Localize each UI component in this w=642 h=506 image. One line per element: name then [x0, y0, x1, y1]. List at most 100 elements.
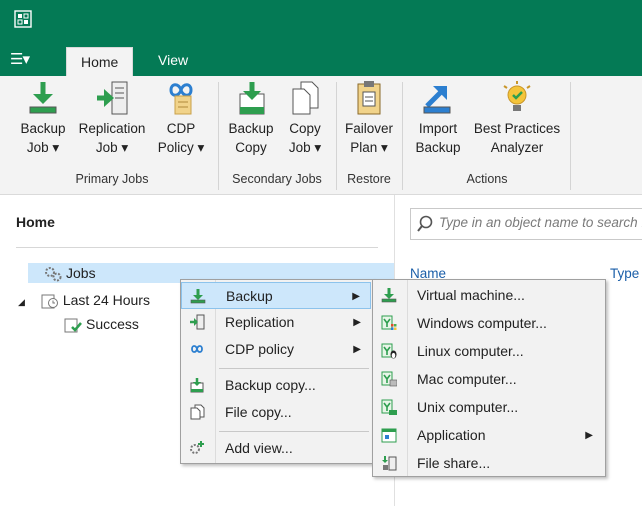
- collapse-triangle-icon[interactable]: ◢: [18, 297, 25, 307]
- windows-computer-icon: [381, 315, 397, 330]
- replication-job-button[interactable]: Replication Job ▾: [73, 80, 151, 157]
- copy-job-label-2: Job ▾: [288, 140, 322, 155]
- submenu-arrow-icon: ▶: [585, 430, 593, 441]
- best-practices-label-1: Best Practices: [473, 121, 561, 136]
- import-backup-label-2: Backup: [415, 140, 461, 155]
- pane-divider: [16, 247, 378, 248]
- menu-item-label: Backup: [226, 288, 273, 304]
- best-practices-analyzer-icon: [503, 81, 531, 111]
- submenu-item-mac-computer[interactable]: Mac computer...: [373, 366, 603, 393]
- backup-job-button[interactable]: Backup Job ▾: [16, 80, 70, 157]
- menu-separator: [219, 368, 369, 369]
- backup-submenu: Virtual machine... Windows computer... L…: [372, 279, 606, 477]
- menu-item-cdp-policy[interactable]: CDP policy ▶: [181, 336, 371, 363]
- replication-job-label-1: Replication: [78, 121, 146, 136]
- application-icon: [381, 428, 397, 443]
- submenu-item-unix-computer[interactable]: Unix computer...: [373, 394, 603, 421]
- failover-plan-label-2: Plan ▾: [350, 140, 388, 155]
- submenu-item-file-share[interactable]: File share...: [373, 450, 603, 477]
- submenu-item-linux-computer[interactable]: Linux computer...: [373, 338, 603, 365]
- backup-copy-button[interactable]: Backup Copy: [226, 80, 276, 157]
- main-menu-button[interactable]: ☰▾: [10, 50, 30, 68]
- menu-item-add-view[interactable]: Add view...: [181, 435, 371, 462]
- group-primary-jobs: Primary Jobs: [75, 172, 149, 186]
- search-icon: [417, 215, 433, 232]
- success-icon: [64, 318, 82, 333]
- group-restore: Restore: [347, 172, 391, 186]
- backup-copy-icon: [190, 378, 204, 393]
- menu-item-label: Replication: [225, 314, 295, 330]
- menu-item-replication[interactable]: Replication ▶: [181, 309, 371, 336]
- submenu-arrow-icon: ▶: [353, 317, 361, 328]
- menu-item-label: Add view...: [225, 440, 293, 456]
- menu-item-label: Unix computer...: [417, 399, 519, 415]
- context-menu: Backup ▶ Replication ▶ CDP policy ▶ Back…: [180, 279, 374, 464]
- file-copy-icon: [190, 404, 205, 420]
- backup-copy-label-1: Backup: [228, 121, 274, 136]
- submenu-item-application[interactable]: Application ▶: [373, 422, 603, 449]
- copy-job-label-1: Copy: [289, 121, 321, 136]
- import-backup-button[interactable]: Import Backup: [410, 80, 466, 157]
- mac-computer-icon: [381, 371, 397, 387]
- cdp-policy-button[interactable]: CDP Policy ▾: [154, 80, 208, 157]
- replication-icon: [190, 314, 205, 330]
- import-backup-label-1: Import: [418, 121, 458, 136]
- menu-separator: [219, 431, 369, 432]
- tree-item-last-24-hours[interactable]: ◢ Last 24 Hours: [18, 290, 150, 310]
- menu-item-label: File copy...: [225, 404, 292, 420]
- cdp-policy-icon: [169, 83, 193, 115]
- tab-home[interactable]: Home: [66, 47, 134, 77]
- ribbon-separator: [402, 82, 403, 190]
- file-share-icon: [382, 456, 397, 471]
- add-view-icon: [190, 441, 204, 454]
- menu-item-file-copy[interactable]: File copy...: [181, 399, 371, 426]
- cdp-policy-label-2: Policy ▾: [157, 140, 205, 155]
- backup-job-label-1: Backup: [20, 121, 66, 136]
- import-backup-icon: [423, 86, 451, 114]
- menu-item-label: Mac computer...: [417, 371, 517, 387]
- jobs-icon: [45, 267, 62, 282]
- failover-plan-button[interactable]: Failover Plan ▾: [340, 80, 398, 157]
- virtual-machine-icon: [381, 288, 397, 303]
- best-practices-analyzer-button[interactable]: Best Practices Analyzer: [470, 80, 564, 157]
- group-secondary-jobs: Secondary Jobs: [232, 172, 322, 186]
- submenu-item-windows-computer[interactable]: Windows computer...: [373, 310, 603, 337]
- ribbon-separator: [570, 82, 571, 190]
- group-actions: Actions: [466, 172, 508, 186]
- unix-computer-icon: [381, 399, 397, 415]
- copy-job-icon: [292, 81, 319, 115]
- backup-icon: [190, 289, 206, 304]
- failover-plan-icon: [357, 81, 381, 115]
- best-practices-label-2: Analyzer: [490, 140, 544, 155]
- submenu-arrow-icon: ▶: [353, 344, 361, 355]
- backup-job-icon: [29, 82, 57, 114]
- menu-item-label: Linux computer...: [417, 343, 524, 359]
- menu-item-backup[interactable]: Backup ▶: [181, 282, 371, 309]
- menu-item-label: Application: [417, 427, 486, 443]
- linux-computer-icon: [381, 343, 397, 359]
- menu-item-label: File share...: [417, 455, 491, 471]
- backup-copy-label-2: Copy: [235, 140, 267, 155]
- replication-job-label-2: Job ▾: [95, 140, 129, 155]
- ribbon-separator: [336, 82, 337, 190]
- menu-item-label: Windows computer...: [417, 315, 547, 331]
- tree-item-success[interactable]: Success: [64, 314, 139, 334]
- cdp-policy-label-1: CDP: [166, 121, 196, 136]
- search-box[interactable]: [410, 208, 642, 240]
- title-bar: [0, 0, 642, 44]
- menu-item-backup-copy[interactable]: Backup copy...: [181, 372, 371, 399]
- failover-plan-label-1: Failover: [344, 121, 393, 136]
- menu-item-label: Backup copy...: [225, 377, 316, 393]
- search-input[interactable]: [437, 214, 642, 231]
- column-header-type[interactable]: Type: [610, 266, 639, 281]
- backup-copy-icon: [239, 82, 265, 115]
- tab-view[interactable]: View: [144, 45, 202, 76]
- submenu-arrow-icon: ▶: [352, 291, 360, 302]
- submenu-item-virtual-machine[interactable]: Virtual machine...: [373, 282, 603, 309]
- copy-job-button[interactable]: Copy Job ▾: [282, 80, 328, 157]
- tree-label: Success: [86, 316, 139, 332]
- veeam-logo-icon: [14, 10, 32, 28]
- ribbon-separator: [218, 82, 219, 190]
- cdp-icon: [191, 345, 203, 353]
- tree-label: Last 24 Hours: [62, 292, 150, 308]
